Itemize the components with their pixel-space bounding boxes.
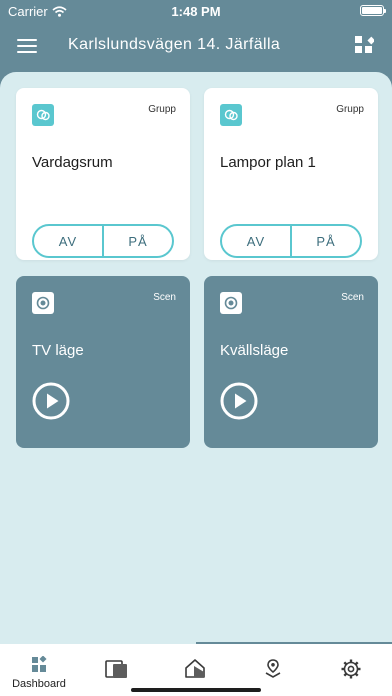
on-button[interactable]: PÅ <box>102 226 172 256</box>
card-type-label: Scen <box>341 292 364 303</box>
tab-settings[interactable] <box>312 644 390 696</box>
on-button[interactable]: PÅ <box>290 226 360 256</box>
tab-dashboard-label: Dashboard <box>12 678 66 690</box>
card-type-label: Scen <box>153 292 176 303</box>
home-indicator[interactable] <box>131 688 261 692</box>
tab-dashboard[interactable]: Dashboard <box>0 644 78 696</box>
home-icon <box>185 659 205 678</box>
app-header: Karlslundsvägen 14. Järfälla <box>0 22 392 72</box>
on-off-toggle[interactable]: AV PÅ <box>32 224 174 258</box>
group-card-lampor-plan-1[interactable]: Grupp Lampor plan 1 AV PÅ <box>204 88 378 260</box>
card-type-label: Grupp <box>336 104 364 115</box>
scene-icon <box>220 292 242 314</box>
card-type-label: Grupp <box>148 104 176 115</box>
devices-icon <box>105 660 127 678</box>
dashboard-content: Grupp Vardagsrum AV PÅ Grupp Lampor plan… <box>0 72 392 644</box>
location-icon <box>265 659 281 678</box>
gear-icon <box>341 659 361 679</box>
hamburger-menu-icon[interactable] <box>17 38 37 54</box>
on-off-toggle[interactable]: AV PÅ <box>220 224 362 258</box>
status-time: 1:48 PM <box>171 4 221 19</box>
play-icon[interactable] <box>32 382 70 420</box>
status-bar: Carrier 1:48 PM <box>0 0 392 22</box>
scene-icon <box>32 292 54 314</box>
widgets-icon[interactable] <box>354 35 374 55</box>
page-title: Karlslundsvägen 14. Järfälla <box>68 36 281 53</box>
battery-icon <box>360 5 386 16</box>
scene-card-kvallslage[interactable]: Scen Kvällsläge <box>204 276 378 448</box>
card-name: Lampor plan 1 <box>220 154 316 171</box>
card-name: TV läge <box>32 342 84 359</box>
group-icon <box>220 104 242 126</box>
card-name: Vardagsrum <box>32 154 113 171</box>
scene-card-tv-lage[interactable]: Scen TV läge <box>16 276 190 448</box>
group-card-vardagsrum[interactable]: Grupp Vardagsrum AV PÅ <box>16 88 190 260</box>
off-button[interactable]: AV <box>34 226 102 256</box>
dashboard-icon <box>32 656 47 672</box>
card-name: Kvällsläge <box>220 342 289 359</box>
play-icon[interactable] <box>220 382 258 420</box>
group-icon <box>32 104 54 126</box>
off-button[interactable]: AV <box>222 226 290 256</box>
